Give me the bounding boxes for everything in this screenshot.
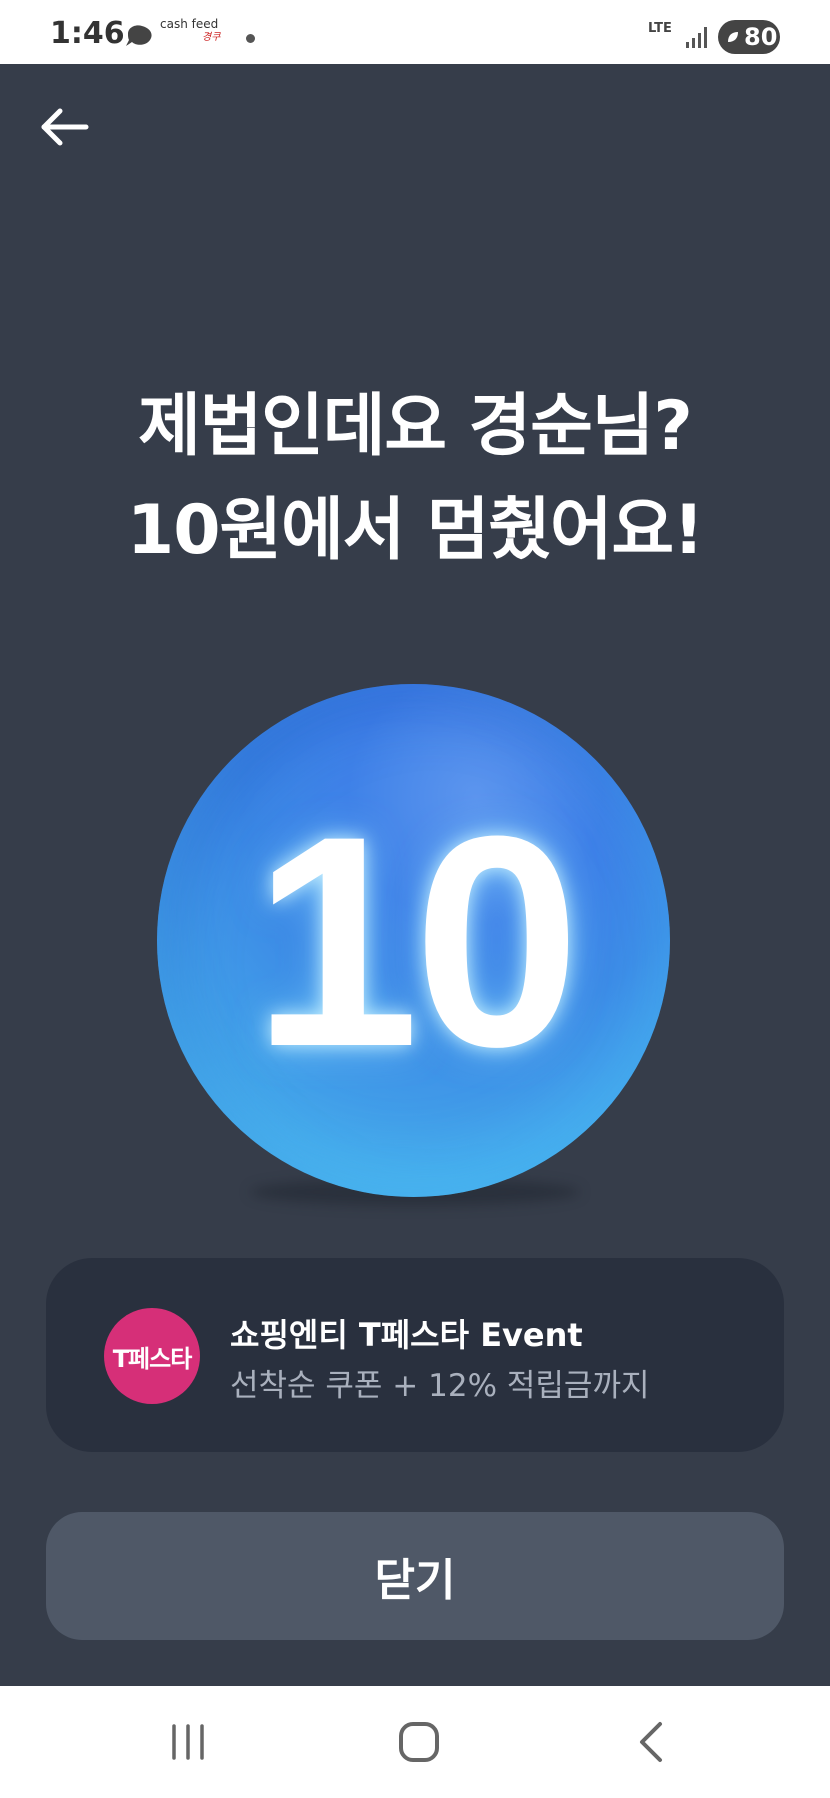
- signal-icon: [686, 27, 707, 48]
- headline-line-2: 10원에서 멈췄어요!: [126, 491, 704, 570]
- arrow-left-icon: [41, 108, 89, 146]
- result-ball: 10: [157, 684, 670, 1197]
- tfesta-logo: T페스타: [104, 1308, 200, 1404]
- promo-subtitle: 선착순 쿠폰 + 12% 적립금까지: [230, 1368, 650, 1404]
- cashfeed-app-icon: [126, 25, 152, 46]
- battery-level: 80: [744, 23, 778, 51]
- result-headline: 제법인데요 경순님? 10원에서 멈췄어요!: [0, 375, 830, 583]
- close-button[interactable]: 닫기: [46, 1512, 784, 1640]
- more-notifications-dot: [246, 34, 255, 43]
- home-icon[interactable]: [389, 1714, 449, 1770]
- promo-title: 쇼핑엔티 T페스타 Event: [230, 1316, 583, 1354]
- notification-app-label: 경쿠: [202, 32, 221, 43]
- system-nav-bar: [0, 1686, 830, 1798]
- status-time: 1:46: [50, 16, 125, 51]
- recent-apps-icon[interactable]: [158, 1714, 218, 1770]
- nav-back-icon[interactable]: [620, 1714, 680, 1770]
- battery-indicator: 80: [718, 20, 780, 54]
- network-type: LTE: [648, 21, 672, 36]
- back-button[interactable]: [38, 102, 94, 152]
- result-value: 10: [252, 772, 581, 1109]
- tfesta-logo-text: T페스타: [112, 1344, 193, 1373]
- battery-saver-icon: [728, 32, 738, 42]
- status-bar: 1:46 cash feed 경쿠 LTE 80: [0, 0, 830, 64]
- promo-banner[interactable]: T페스타 쇼핑엔티 T페스타 Event 선착순 쿠폰 + 12% 적립금까지: [46, 1258, 784, 1452]
- headline-line-1: 제법인데요 경순님?: [138, 387, 693, 466]
